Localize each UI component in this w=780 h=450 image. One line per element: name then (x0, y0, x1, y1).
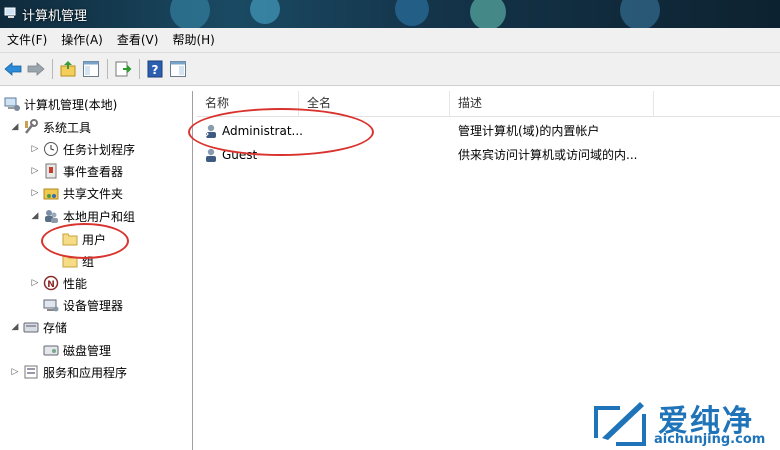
watermark-logo-icon (594, 402, 646, 446)
watermark: 爱纯净 aichunjing.com (590, 396, 780, 450)
tree-label: 服务和应用程序 (43, 365, 128, 380)
tree-label: 磁盘管理 (63, 343, 112, 358)
back-icon (3, 62, 21, 76)
tree-item-shared-folders[interactable]: ▷ 共享文件夹 (30, 183, 123, 203)
tree-label: 本地用户和组 (63, 209, 136, 224)
menu-bar: 文件(F) 操作(A) 查看(V) 帮助(H) (0, 28, 780, 53)
tree-item-device-manager[interactable]: 设备管理器 (43, 295, 123, 315)
event-viewer-icon (45, 163, 57, 179)
svg-text:?: ? (151, 63, 158, 77)
tree-label: 任务计划程序 (63, 142, 136, 157)
help-button[interactable]: ? (144, 59, 165, 80)
tree-item-event-viewer[interactable]: ▷ 事件查看器 (30, 161, 123, 181)
tree-item-performance[interactable]: ▷ N 性能 (30, 273, 87, 293)
expand-arrow-icon[interactable]: ▷ (30, 278, 40, 288)
wallpaper-blob (395, 0, 429, 26)
wallpaper-blob (470, 0, 506, 28)
tree-item-task-scheduler[interactable]: ▷ 任务计划程序 (30, 139, 135, 159)
shared-folder-icon (43, 188, 59, 200)
menu-action[interactable]: 操作(A) (54, 28, 110, 52)
tree-label: 计算机管理(本地) (24, 97, 118, 112)
column-header-description[interactable]: 描述 (450, 91, 654, 116)
system-tools-icon (25, 119, 38, 134)
expand-arrow-icon[interactable]: ▷ (30, 144, 40, 154)
navigation-tree: 计算机管理(本地) ◢ 系统工具 ▷ 任务计划程序 ▷ 事件查看器 ▷ 共享文件… (0, 91, 193, 450)
expand-arrow-icon[interactable]: ▷ (10, 367, 20, 377)
tree-label: 事件查看器 (63, 164, 124, 179)
up-folder-icon (60, 61, 75, 77)
tree-label: 性能 (63, 276, 88, 291)
back-button[interactable] (2, 59, 23, 80)
annotation-circle-users (41, 223, 129, 259)
disk-management-icon (43, 345, 59, 356)
tree-label: 存储 (43, 320, 68, 335)
clock-icon (44, 142, 58, 156)
toolbar-separator (52, 59, 53, 79)
toolbar-separator (139, 59, 140, 79)
collapse-arrow-icon[interactable]: ◢ (30, 211, 40, 221)
tree-label: 系统工具 (43, 120, 92, 135)
toolbar: ? (0, 53, 780, 86)
computer-management-icon (4, 97, 20, 111)
wallpaper-blob (170, 0, 210, 28)
tree-item-system-tools[interactable]: ◢ 系统工具 (10, 117, 91, 137)
collapse-arrow-icon[interactable]: ◢ (10, 322, 20, 332)
toolbar-separator (107, 59, 108, 79)
menu-file[interactable]: 文件(F) (0, 28, 54, 52)
show-hide-tree-icon (82, 61, 99, 77)
users-group-icon (45, 210, 58, 223)
annotation-circle-administrator (188, 108, 374, 156)
expand-arrow-icon[interactable]: ▷ (30, 166, 40, 176)
tree-item-disk-management[interactable]: 磁盘管理 (43, 340, 111, 360)
svg-text:N: N (47, 280, 55, 290)
expand-arrow-icon[interactable]: ▷ (30, 188, 40, 198)
wallpaper-blob (250, 0, 280, 24)
wallpaper-blob (620, 0, 660, 28)
collapse-arrow-icon[interactable]: ◢ (10, 122, 20, 132)
storage-icon (23, 322, 39, 333)
services-icon (24, 365, 38, 379)
show-action-pane-button[interactable] (167, 59, 188, 80)
forward-icon (27, 62, 45, 76)
user-description: 供来宾访问计算机或访问域的内... (458, 148, 638, 162)
computer-management-icon (4, 7, 16, 18)
device-manager-icon (43, 299, 59, 312)
title-bar: 计算机管理 (0, 0, 780, 28)
show-hide-tree-button[interactable] (80, 59, 101, 80)
user-description: 管理计算机(域)的内置帐户 (458, 124, 600, 138)
menu-help[interactable]: 帮助(H) (165, 28, 221, 52)
tree-label: 共享文件夹 (63, 186, 124, 201)
export-list-icon (115, 61, 131, 77)
up-folder-button[interactable] (57, 59, 78, 80)
show-action-pane-icon (169, 61, 186, 77)
watermark-url: aichunjing.com (654, 432, 766, 447)
tree-label: 设备管理器 (63, 298, 124, 313)
window-title: 计算机管理 (22, 9, 88, 24)
help-icon: ? (147, 60, 162, 78)
tree-item-computer-management[interactable]: 计算机管理(本地) (4, 94, 117, 114)
export-list-button[interactable] (112, 59, 133, 80)
menu-view[interactable]: 查看(V) (110, 28, 166, 52)
forward-button[interactable] (25, 59, 46, 80)
tree-item-services-apps[interactable]: ▷ 服务和应用程序 (10, 362, 127, 382)
performance-icon: N (43, 275, 59, 291)
tree-item-storage[interactable]: ◢ 存储 (10, 317, 67, 337)
